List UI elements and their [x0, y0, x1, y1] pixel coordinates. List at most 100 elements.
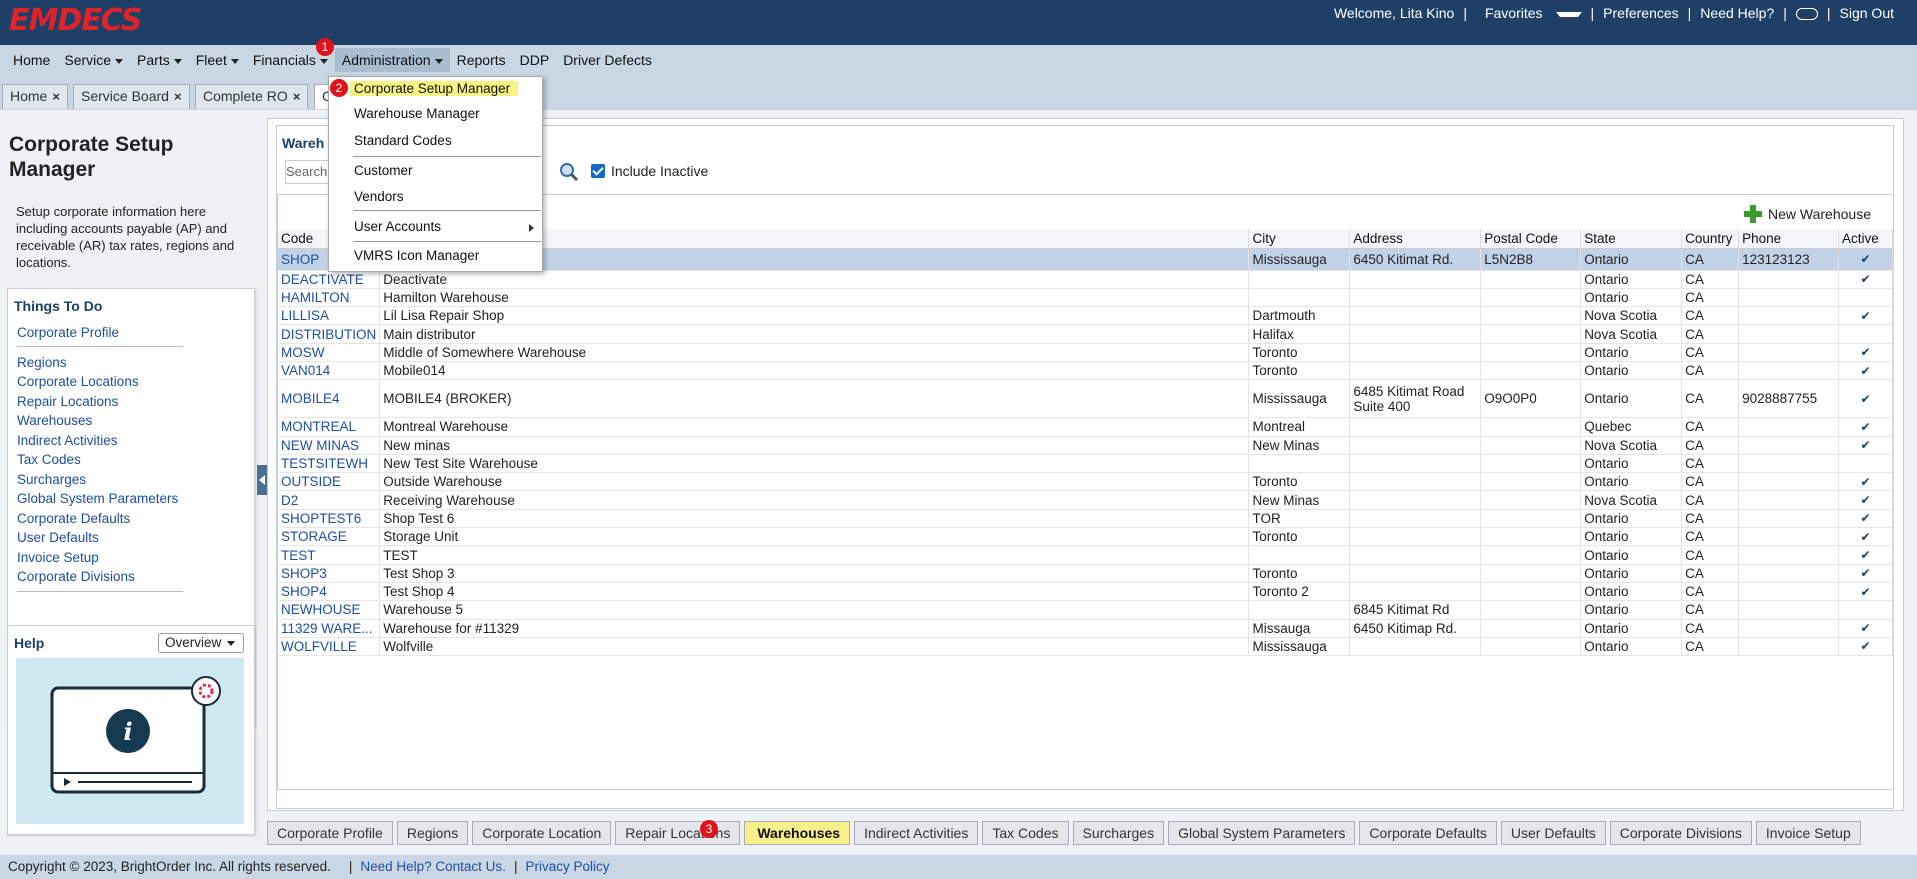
contact-us-link[interactable]: Need Help? Contact Us. [360, 859, 506, 875]
btab-corporate-location[interactable]: Corporate Location [472, 821, 612, 845]
menu-driver-defects[interactable]: Driver Defects [556, 48, 659, 72]
btab-indirect-activities[interactable]: Indirect Activities [854, 821, 979, 845]
search-icon[interactable] [559, 162, 579, 182]
btab-tax-codes[interactable]: Tax Codes [982, 821, 1069, 845]
cell-code[interactable]: MONTREAL [278, 417, 381, 437]
include-inactive-checkbox[interactable]: Include Inactive [591, 163, 708, 179]
btab-corporate-divisions[interactable]: Corporate Divisions [1609, 821, 1752, 845]
cell-code[interactable]: 11329 WARE... [278, 619, 381, 638]
checkbox-checked-icon[interactable] [591, 164, 605, 178]
dd-standard-codes[interactable]: Standard Codes [354, 133, 452, 148]
btab-global-system-parameters[interactable]: Global System Parameters [1168, 821, 1356, 845]
cell-code[interactable]: SHOP4 [278, 582, 381, 602]
todo-indirect-activities[interactable]: Indirect Activities [17, 433, 118, 448]
table-row[interactable]: VAN014 Mobile014 Toronto Ontario CA ✔ [278, 361, 1893, 381]
cell-code[interactable]: OUTSIDE [278, 472, 381, 492]
table-row[interactable]: D2 Receiving Warehouse New Minas Nova Scoti… [278, 490, 1893, 510]
new-warehouse-button[interactable]: New Warehouse [1744, 205, 1871, 223]
table-row[interactable]: SHOPTEST6 Shop Test 6 TOR Ontario CA ✔ [278, 509, 1893, 529]
dd-warehouse-manager[interactable]: Warehouse Manager [354, 106, 480, 121]
cell-code[interactable]: SHOP3 [278, 564, 381, 583]
tab-home[interactable]: Home × [2, 84, 68, 109]
help-topic-select[interactable]: Overview [158, 633, 244, 653]
preferences-link[interactable]: Preferences [1594, 5, 1687, 21]
close-icon[interactable]: × [174, 89, 182, 104]
table-row[interactable]: STORAGE Storage Unit Toronto Ontario CA ✔ [278, 527, 1893, 547]
btab-surcharges[interactable]: Surcharges [1072, 821, 1165, 845]
todo-invoice-setup[interactable]: Invoice Setup [17, 550, 99, 565]
table-row[interactable]: TEST TEST Ontario CA ✔ [278, 545, 1893, 565]
need-help-link[interactable]: Need Help? [1691, 5, 1783, 21]
cell-code[interactable]: LILLISA [278, 306, 381, 326]
cell-code[interactable]: TEST [278, 545, 381, 565]
table-row[interactable]: 11329 WARE... Warehouse for #11329 Missaug… [278, 619, 1893, 638]
btab-corporate-defaults[interactable]: Corporate Defaults [1359, 821, 1497, 845]
todo-warehouses[interactable]: Warehouses [17, 413, 92, 428]
dd-vendors[interactable]: Vendors [354, 189, 404, 204]
cell-code[interactable]: HAMILTON [278, 288, 381, 308]
cell-code[interactable]: DISTRIBUTION [278, 324, 381, 344]
cell-code[interactable]: MOBILE4 [278, 379, 381, 419]
todo-global-system-parameters[interactable]: Global System Parameters [17, 491, 178, 506]
cell-code[interactable]: NEWHOUSE [278, 600, 381, 620]
table-row[interactable]: DISTRIBUTION Main distributor Halifax Nova … [278, 324, 1893, 344]
cell-code[interactable]: D2 [278, 490, 381, 510]
toggle-icon[interactable] [1787, 5, 1827, 21]
table-row[interactable]: MOSW Middle of Somewhere Warehouse Toronto… [278, 343, 1893, 362]
btab-corporate-profile[interactable]: Corporate Profile [267, 821, 393, 845]
sign-out-link[interactable]: Sign Out [1831, 5, 1903, 21]
table-row[interactable]: TESTSITEWH New Test Site Warehouse Ontario… [278, 454, 1893, 474]
cell-code[interactable]: MOSW [278, 343, 381, 362]
todo-corporate-profile[interactable]: Corporate Profile [17, 325, 119, 340]
menu-reports[interactable]: Reports [450, 48, 513, 72]
privacy-policy-link[interactable]: Privacy Policy [525, 859, 609, 875]
table-row[interactable]: HAMILTON Hamilton Warehouse Ontario CA [278, 288, 1893, 308]
table-row[interactable]: SHOP3 Test Shop 3 Toronto Ontario CA ✔ [278, 564, 1893, 583]
dd-vmrs-icon-manager[interactable]: VMRS Icon Manager [354, 248, 479, 263]
menu-home[interactable]: Home [6, 48, 57, 72]
cell-code[interactable]: TESTSITEWH [278, 454, 381, 474]
tab-complete-ro[interactable]: Complete RO × [195, 84, 309, 109]
table-row[interactable]: WOLFVILLE Wolfville Mississauga Ontario CA ✔ [278, 637, 1893, 657]
close-icon[interactable]: × [52, 89, 60, 104]
favorites-menu[interactable]: Favorites [1467, 5, 1591, 21]
cell-code[interactable]: NEW MINAS [278, 436, 381, 455]
col-phone[interactable]: Phone [1738, 229, 1839, 249]
cell-code[interactable]: DEACTIVATE [278, 270, 381, 289]
col-active[interactable]: Active [1838, 229, 1893, 249]
menu-parts[interactable]: Parts [130, 48, 189, 72]
cell-code[interactable]: STORAGE [278, 527, 381, 547]
table-row[interactable]: MOBILE4 MOBILE4 (BROKER) Mississauga 6485 K… [278, 379, 1893, 419]
todo-tax-codes[interactable]: Tax Codes [17, 452, 81, 467]
close-icon[interactable]: × [293, 89, 301, 104]
cell-code[interactable]: VAN014 [278, 361, 381, 381]
cell-code[interactable]: WOLFVILLE [278, 637, 381, 657]
col-state[interactable]: State [1580, 229, 1683, 249]
col-city[interactable]: City [1248, 229, 1351, 249]
col-country[interactable]: Country [1681, 229, 1740, 249]
todo-corporate-divisions[interactable]: Corporate Divisions [17, 569, 135, 584]
menu-fleet[interactable]: Fleet [189, 48, 246, 72]
btab-invoice-setup[interactable]: Invoice Setup [1755, 821, 1861, 845]
todo-corporate-defaults[interactable]: Corporate Defaults [17, 511, 130, 526]
todo-repair-locations[interactable]: Repair Locations [17, 394, 118, 409]
tab-service-board[interactable]: Service Board × [73, 84, 190, 109]
col-postal-code[interactable]: Postal Code [1480, 229, 1582, 249]
btab-repair-locations[interactable]: Repair Locations [615, 821, 741, 845]
table-row[interactable]: DEACTIVATE Deactivate Ontario CA ✔ [278, 270, 1893, 289]
btab-warehouses[interactable]: Warehouses [744, 821, 851, 845]
col-address[interactable]: Address [1349, 229, 1482, 249]
btab-user-defaults[interactable]: User Defaults [1500, 821, 1606, 845]
todo-corporate-locations[interactable]: Corporate Locations [17, 374, 139, 389]
table-row[interactable]: OUTSIDE Outside Warehouse Toronto Ontario CA… [278, 472, 1893, 492]
menu-ddp[interactable]: DDP [513, 48, 557, 72]
table-row[interactable]: LILLISA Lil Lisa Repair Shop Dartmouth Nova… [278, 306, 1893, 326]
todo-user-defaults[interactable]: User Defaults [17, 530, 99, 545]
cell-code[interactable]: SHOPTEST6 [278, 509, 381, 529]
menu-service[interactable]: Service [57, 48, 130, 72]
table-row[interactable]: NEW MINAS New minas New Minas Nova Scotia CA… [278, 436, 1893, 455]
table-row[interactable]: NEWHOUSE Warehouse 5 6845 Kitimat Rd Ontari… [278, 600, 1893, 620]
help-video-thumbnail[interactable]: i [16, 658, 244, 824]
menu-administration[interactable]: Administration [334, 48, 450, 72]
table-row[interactable]: SHOP4 Test Shop 4 Toronto 2 Ontario CA ✔ [278, 582, 1893, 602]
